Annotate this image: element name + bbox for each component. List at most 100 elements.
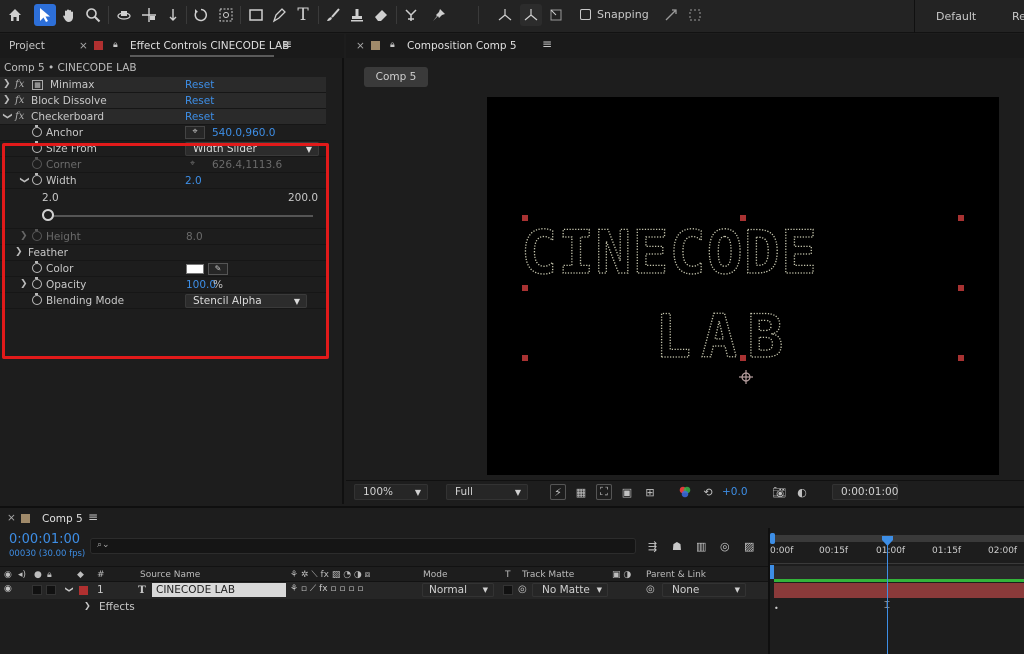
chevron-right-icon[interactable]: ❯	[3, 79, 11, 89]
resolution-dropdown[interactable]: Full ▼	[446, 484, 528, 500]
tab-timeline-comp[interactable]: Comp 5	[42, 513, 83, 525]
time-ruler-area[interactable]: 0:00f 00:15f 01:00f 01:15f 02:00f • ⌶	[768, 528, 1024, 654]
snapping-toggle[interactable]: Snapping	[580, 8, 649, 21]
effect-row-block-dissolve[interactable]: ❯ fx Block Dissolve Reset	[0, 93, 326, 109]
lock-icon[interactable]: 🔒︎	[47, 570, 52, 580]
reset-button[interactable]: Reset	[185, 111, 214, 123]
matte-pickwhip-icon[interactable]: ◎	[518, 584, 527, 595]
comp-breadcrumb-chip[interactable]: Comp 5	[364, 67, 428, 87]
panel-menu-icon[interactable]: ≡	[282, 37, 292, 51]
roto-brush-icon[interactable]	[400, 4, 422, 26]
brush-tool-icon[interactable]	[322, 4, 344, 26]
anchor-value[interactable]: 540.0,960.0	[212, 127, 275, 139]
audio-icon[interactable]: ◂)	[18, 570, 26, 580]
visibility-icon[interactable]: ◉	[4, 584, 12, 594]
panel-menu-icon[interactable]: ≡	[88, 510, 98, 524]
crosshair-point-icon[interactable]: ⌖	[185, 126, 205, 139]
pan-camera-icon[interactable]	[138, 4, 160, 26]
lock-toggle[interactable]	[46, 585, 56, 595]
snap-features-icon[interactable]	[684, 4, 706, 26]
effects-group-row[interactable]: ❯ Effects	[0, 599, 768, 615]
transparency-grid-icon[interactable]: ▦	[573, 484, 589, 500]
close-icon[interactable]: ×	[356, 40, 365, 52]
chevron-right-icon[interactable]: ❯	[84, 601, 91, 610]
timecode-display[interactable]: 0:00:01:00	[832, 484, 898, 500]
track-matte-dropdown[interactable]: No Matte ▼	[532, 583, 608, 597]
tab-project[interactable]: Project	[9, 40, 45, 52]
col-mode[interactable]: Mode	[423, 570, 448, 580]
chevron-right-icon[interactable]: ❯	[3, 95, 11, 105]
axis-local-icon[interactable]	[494, 4, 516, 26]
orbit-camera-icon[interactable]	[113, 4, 135, 26]
layer-search-input[interactable]: ⌕⌄	[90, 538, 636, 554]
reset-button[interactable]: Reset	[185, 95, 214, 107]
blend-mode-dropdown[interactable]: Normal ▼	[422, 583, 494, 597]
puppet-pin-icon[interactable]	[428, 4, 450, 26]
zoom-dropdown[interactable]: 100% ▼	[354, 484, 428, 500]
workspace-next[interactable]: Re	[1012, 10, 1024, 23]
snapping-checkbox[interactable]	[580, 9, 591, 20]
current-time[interactable]: 0:00:01:00	[9, 532, 80, 547]
fx-toggle-icon[interactable]: fx	[15, 79, 24, 90]
fx-toggle-icon[interactable]: fx	[15, 95, 24, 106]
show-snapshot-icon[interactable]: ◐	[794, 484, 810, 500]
panel-menu-icon[interactable]: ≡	[542, 37, 552, 51]
layer-switch-icons[interactable]: ⚘ ▫ ⟋ fx ▫ ▫ ▫ ▫	[290, 584, 363, 594]
solo-toggle[interactable]	[32, 585, 42, 595]
stopwatch-icon[interactable]	[32, 125, 42, 137]
mask-visibility-icon[interactable]: ▣	[619, 484, 635, 500]
rotate-tool-icon[interactable]	[190, 4, 212, 26]
col-track-matte[interactable]: Track Matte	[522, 570, 574, 580]
effect-row-checkerboard[interactable]: ❯ fx Checkerboard Reset	[0, 109, 326, 125]
rectangle-tool-icon[interactable]	[245, 4, 267, 26]
dolly-camera-icon[interactable]	[162, 4, 184, 26]
solo-icon[interactable]: ●	[34, 570, 42, 580]
zoom-tool-icon[interactable]	[82, 4, 104, 26]
tab-effect-controls[interactable]: Effect Controls CINECODE LAB	[130, 40, 289, 52]
home-icon[interactable]	[4, 4, 26, 26]
reset-button[interactable]: Reset	[185, 79, 214, 91]
clone-stamp-icon[interactable]	[346, 4, 368, 26]
chevron-down-icon[interactable]: ❯	[2, 112, 12, 120]
col-source-name[interactable]: Source Name	[140, 570, 200, 580]
fast-previews-icon[interactable]: ⚡	[550, 484, 566, 500]
motion-blur-icon[interactable]: ◎	[720, 540, 730, 553]
layer-label-color[interactable]	[79, 586, 88, 595]
workspace-default[interactable]: Default	[936, 10, 976, 23]
keyframe-marker[interactable]: •	[774, 604, 779, 613]
tab-composition[interactable]: Composition Comp 5	[407, 40, 517, 52]
fx-toggle-icon[interactable]: fx	[15, 111, 24, 122]
hand-tool-icon[interactable]	[58, 4, 80, 26]
axis-view-icon[interactable]	[545, 4, 567, 26]
reset-exposure-icon[interactable]: ⟲	[700, 484, 716, 500]
snap-edges-icon[interactable]	[660, 4, 682, 26]
lock-icon[interactable]: 🔒︎	[113, 40, 118, 50]
parent-dropdown[interactable]: None ▼	[662, 583, 746, 597]
layer-row[interactable]: ◉ ❯ 1 T CINECODE LAB ⚘ ▫ ⟋ fx ▫ ▫ ▫ ▫ No…	[0, 582, 768, 599]
anchor-point-tool-icon[interactable]	[215, 4, 237, 26]
axis-world-icon[interactable]	[520, 4, 542, 26]
graph-editor-icon[interactable]: ▨	[744, 540, 754, 553]
grid-guides-icon[interactable]: ⊞	[642, 484, 658, 500]
frame-blending-icon[interactable]: ▥	[696, 540, 706, 553]
pen-tool-icon[interactable]	[268, 4, 290, 26]
effect-row-minimax[interactable]: ❯ fx ▦ Minimax Reset	[0, 77, 326, 93]
exposure-value[interactable]: +0.0	[722, 486, 748, 498]
col-parent[interactable]: Parent & Link	[646, 570, 706, 580]
color-channels-icon[interactable]	[677, 484, 693, 500]
selection-tool-icon[interactable]	[34, 4, 56, 26]
close-icon[interactable]: ×	[7, 512, 16, 524]
close-icon[interactable]: ×	[79, 40, 88, 52]
work-area-bar[interactable]	[774, 535, 1024, 542]
camera-snapshot-icon[interactable]: 📷︎	[771, 484, 787, 500]
eraser-tool-icon[interactable]	[370, 4, 392, 26]
layer-duration-bar[interactable]	[774, 583, 1024, 598]
composition-viewer[interactable]: CINECODE LAB	[487, 97, 999, 475]
work-area-start-handle[interactable]	[770, 533, 775, 544]
shy-layers-icon[interactable]: ☗	[672, 540, 682, 553]
visibility-icon[interactable]: ◉	[4, 570, 12, 580]
region-of-interest-icon[interactable]: ⛶	[596, 484, 612, 500]
draft-3d-icon[interactable]: ⇶	[648, 540, 657, 553]
layer-name[interactable]: CINECODE LAB	[152, 583, 286, 597]
type-tool-icon[interactable]: T	[292, 4, 314, 26]
